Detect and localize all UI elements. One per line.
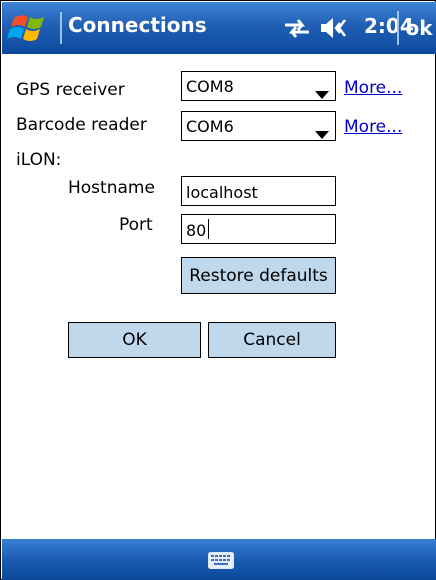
barcode-reader-value: COM6 xyxy=(186,117,234,136)
volume-icon[interactable] xyxy=(318,15,352,45)
gps-receiver-label: GPS receiver xyxy=(16,80,125,100)
port-label: Port xyxy=(119,215,153,235)
title-separator xyxy=(60,12,62,44)
barcode-reader-label: Barcode reader xyxy=(16,115,147,135)
title-bar: Connections 2:04 ok xyxy=(2,2,436,54)
ok-button[interactable]: OK xyxy=(68,322,201,358)
hostname-label: Hostname xyxy=(68,178,155,198)
window-title: Connections xyxy=(68,13,207,37)
cancel-button[interactable]: Cancel xyxy=(208,322,336,358)
gps-more-link[interactable]: More... xyxy=(344,78,402,98)
gps-receiver-value: COM8 xyxy=(186,77,234,96)
restore-defaults-button[interactable]: Restore defaults xyxy=(181,257,336,294)
device-screen: Connections 2:04 ok GPS receiver COM8 Mo… xyxy=(0,0,436,580)
barcode-more-link[interactable]: More... xyxy=(344,117,402,137)
keyboard-icon[interactable] xyxy=(208,552,234,569)
chevron-down-icon[interactable] xyxy=(315,124,329,143)
windows-start-icon[interactable] xyxy=(6,8,56,48)
ilon-section-label: iLON: xyxy=(16,150,62,170)
bottom-menu-bar xyxy=(2,539,436,580)
chevron-down-icon[interactable] xyxy=(315,84,329,103)
gps-receiver-select[interactable]: COM8 xyxy=(181,71,336,101)
hostname-field[interactable] xyxy=(181,176,336,206)
port-input[interactable] xyxy=(182,217,326,243)
hostname-input[interactable] xyxy=(182,179,326,205)
text-caret xyxy=(208,219,209,239)
connectivity-icon[interactable] xyxy=(282,16,312,44)
port-field[interactable] xyxy=(181,214,336,244)
barcode-reader-select[interactable]: COM6 xyxy=(181,111,336,141)
title-ok-button[interactable]: ok xyxy=(397,11,436,45)
